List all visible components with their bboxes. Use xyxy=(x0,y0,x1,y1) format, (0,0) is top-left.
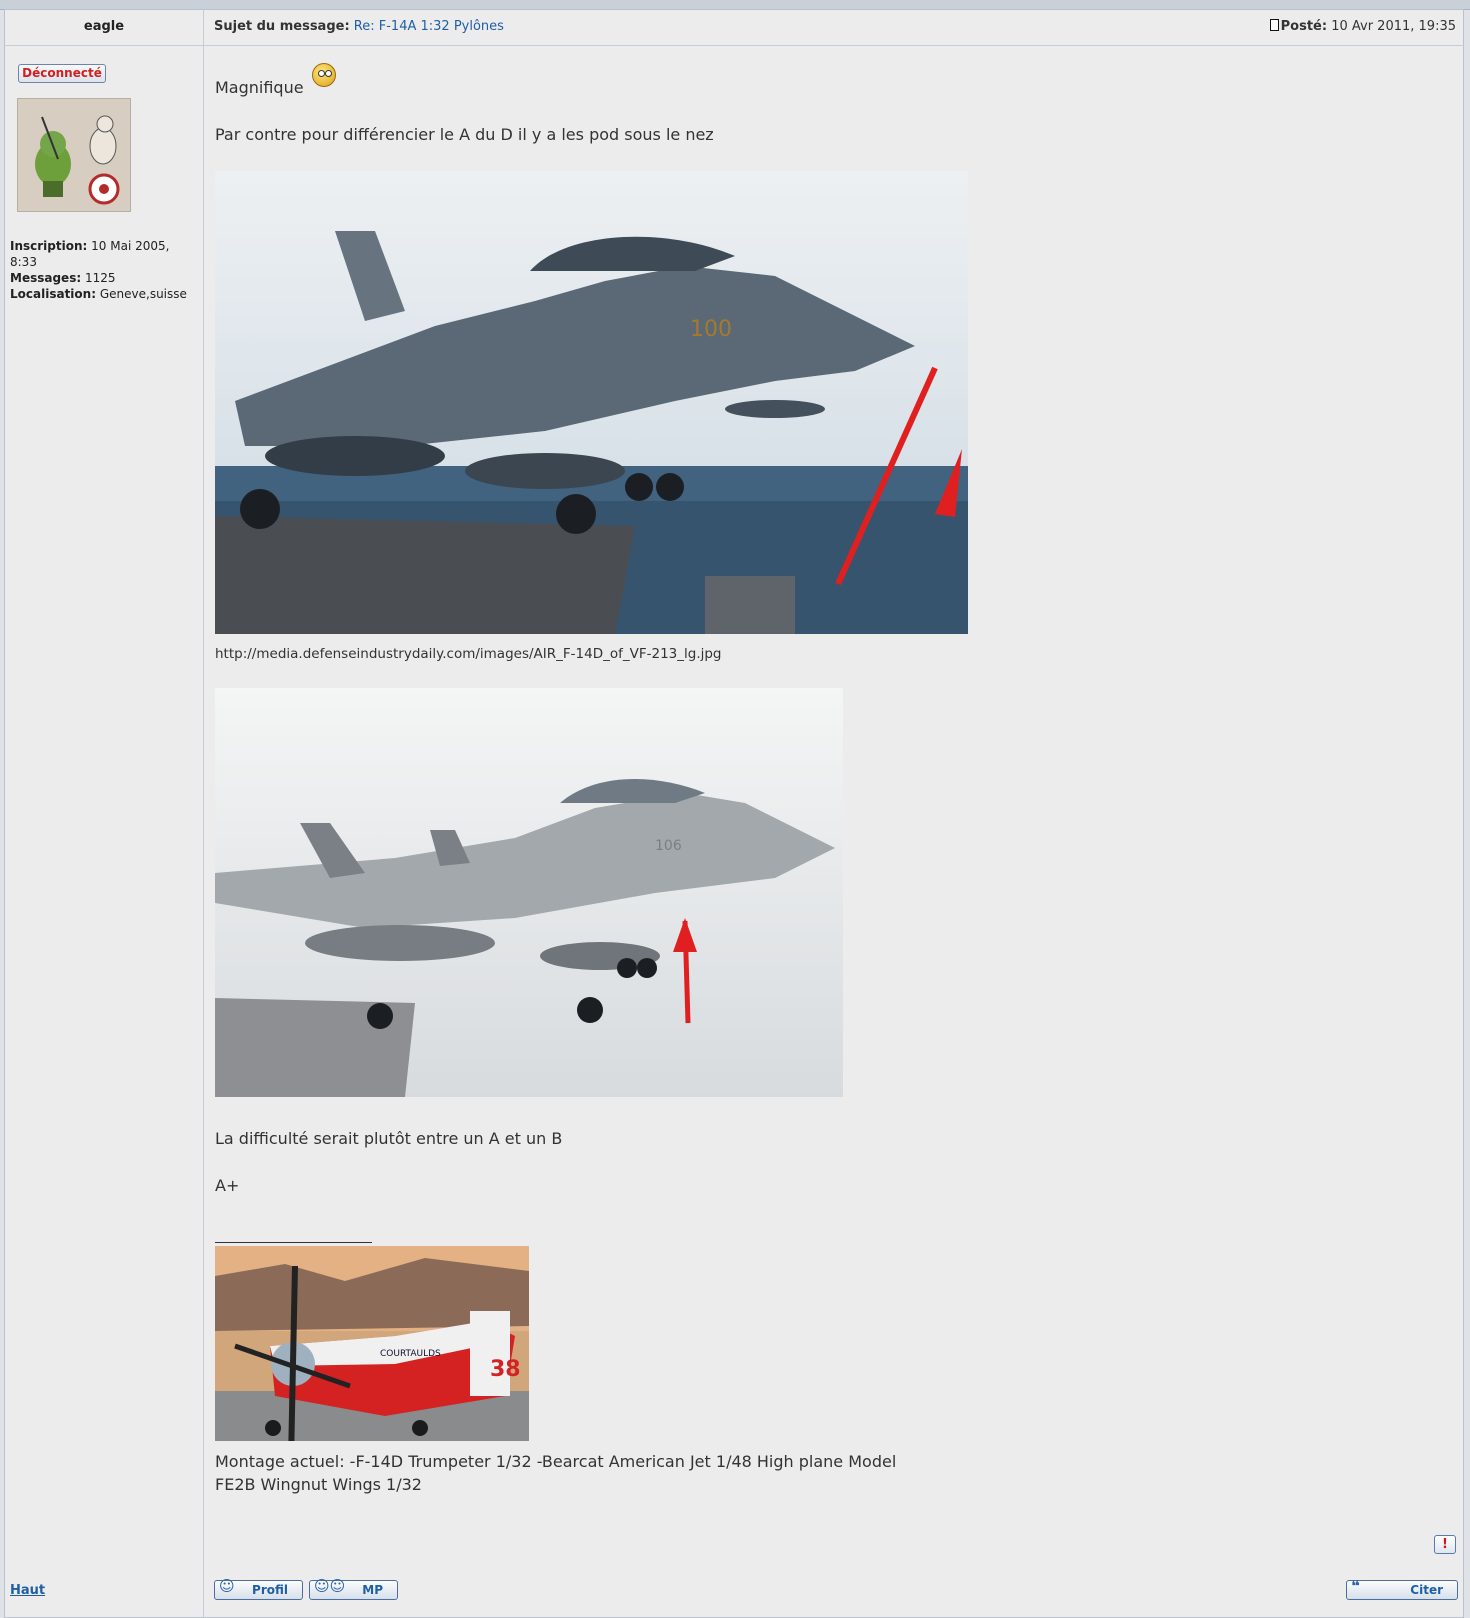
author-name[interactable]: eagle xyxy=(4,9,204,45)
inscription-label: Inscription: xyxy=(10,239,88,253)
post-text-difficulte: La difficulté serait plutôt entre un A e… xyxy=(215,1129,563,1148)
f14d-photo-2: 106 xyxy=(215,688,843,1097)
signature-plane-photo: 38 COURTAULDS xyxy=(215,1246,529,1441)
messages-count: 1125 xyxy=(84,271,116,285)
post-text-magnifique: Magnifique xyxy=(215,78,304,97)
private-message-button[interactable]: ☺☺ MP xyxy=(309,1577,398,1600)
messages-label: Messages: xyxy=(10,271,82,285)
signature-separator xyxy=(215,1242,372,1243)
report-button[interactable]: ! xyxy=(1434,1535,1456,1554)
image-url-text[interactable]: http://media.defenseindustrydaily.com/im… xyxy=(215,646,722,662)
avatar xyxy=(17,98,131,212)
quote-icon: ❝ xyxy=(1351,1577,1360,1595)
post-icon[interactable] xyxy=(1269,19,1279,31)
posted-info: Posté: 10 Avr 2011, 19:35 xyxy=(1269,9,1456,45)
subject-label: Sujet du message: xyxy=(214,19,350,34)
post-text-pod: Par contre pour différencier le A du D i… xyxy=(215,125,714,144)
profile-button-label: Profil xyxy=(252,1583,288,1597)
subject-line: Sujet du message: Re: F-14A 1:32 Pylônes xyxy=(214,9,504,45)
post-header: eagle Sujet du message: Re: F-14A 1:32 P… xyxy=(4,9,1464,46)
post-text-aplus: A+ xyxy=(215,1176,240,1195)
profile-button[interactable]: ☺ Profil xyxy=(214,1577,303,1600)
photo2-number: 106 xyxy=(655,838,682,854)
user-icon: ☺ xyxy=(219,1577,235,1595)
localisation-value: Geneve,suisse xyxy=(99,287,187,301)
quote-button-label: Citer xyxy=(1410,1583,1443,1597)
signature-text: Montage actuel: -F-14D Trumpeter 1/32 -B… xyxy=(215,1452,897,1494)
posted-date: 10 Avr 2011, 19:35 xyxy=(1331,19,1456,34)
back-to-top-link[interactable]: Haut xyxy=(10,1583,45,1598)
signature-plane-number: 38 xyxy=(490,1357,521,1382)
subject-link[interactable]: Re: F-14A 1:32 Pylônes xyxy=(354,19,504,34)
f14d-photo-1: 100 xyxy=(215,171,968,634)
quote-button[interactable]: ❝ Citer xyxy=(1346,1577,1458,1600)
photo1-number: 100 xyxy=(690,317,732,342)
posted-label: Posté: xyxy=(1280,19,1328,34)
pm-button-label: MP xyxy=(362,1583,383,1597)
user-info: Inscription: 10 Mai 2005, 8:33 Messages:… xyxy=(10,238,200,302)
status-badge: Déconnecté xyxy=(18,64,106,83)
localisation-label: Localisation: xyxy=(10,287,97,301)
smiley-icon xyxy=(312,63,336,87)
users-icon: ☺☺ xyxy=(314,1577,346,1595)
signature-plane-text: COURTAULDS xyxy=(380,1349,441,1359)
